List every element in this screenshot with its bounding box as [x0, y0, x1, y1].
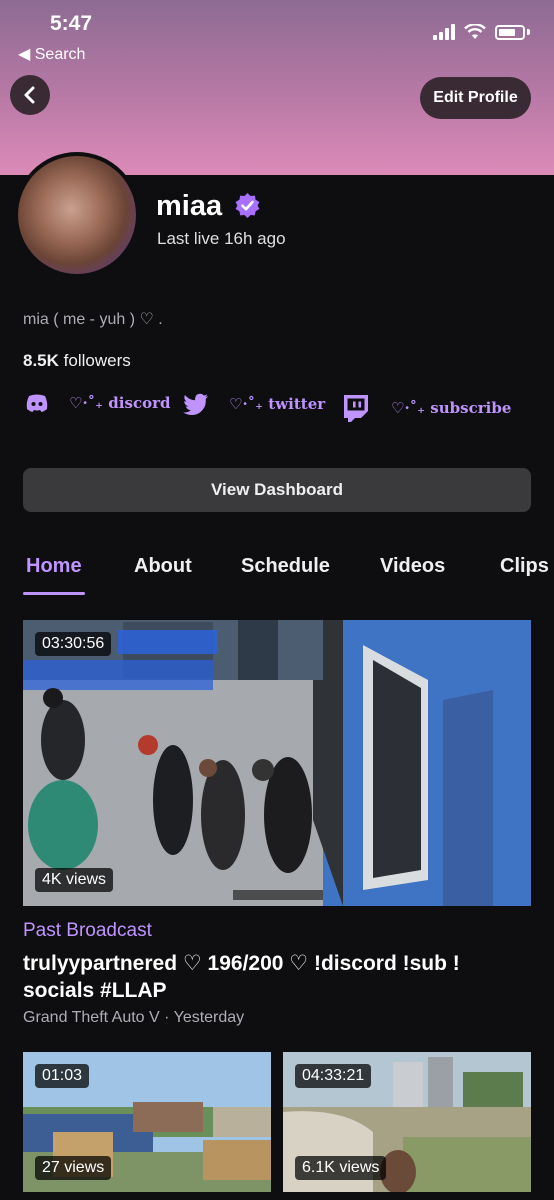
video-views: 6.1K views — [295, 1156, 387, 1180]
signal-icon — [433, 24, 455, 40]
social-link-discord[interactable]: ♡·˚₊ discord — [25, 393, 170, 413]
video-type-label: Past Broadcast — [23, 920, 152, 941]
view-dashboard-button[interactable]: View Dashboard — [23, 468, 531, 512]
status-time: 5:47 — [50, 12, 93, 35]
video-duration: 01:03 — [35, 1064, 90, 1088]
video-thumbnail[interactable]: 04:33:21 6.1K views — [283, 1052, 531, 1192]
status-icons — [433, 24, 530, 40]
battery-icon — [495, 24, 525, 40]
tab-schedule[interactable]: Schedule — [241, 555, 330, 578]
video-thumbnail[interactable]: 01:03 27 views — [23, 1052, 271, 1192]
video-title[interactable]: trulyypartnered ♡ 196/200 ♡ !discord !su… — [23, 950, 513, 1004]
last-live-status: Last live 16h ago — [157, 229, 286, 248]
wifi-icon — [464, 24, 486, 39]
chevron-left-icon — [24, 86, 35, 104]
gameplay-scene — [23, 620, 531, 906]
social-link-twitter[interactable]: ♡·˚₊ twitter — [183, 393, 325, 415]
video-meta[interactable]: Grand Theft Auto V · Yesterday — [23, 1009, 244, 1027]
channel-bio: mia ( me - yuh ) ♡ . — [23, 311, 163, 328]
video-views: 27 views — [35, 1156, 112, 1180]
social-label-discord: ♡·˚₊ discord — [69, 394, 171, 412]
twitch-icon — [344, 395, 368, 422]
avatar[interactable] — [14, 152, 140, 278]
social-label-twitter: ♡·˚₊ twitter — [229, 395, 326, 413]
followers-count: 8.5K followers — [23, 351, 131, 370]
tab-home[interactable]: Home — [26, 555, 82, 578]
video-duration: 04:33:21 — [295, 1064, 372, 1088]
twitter-icon — [183, 393, 208, 415]
profile-banner: 5:47 ◀ Search Edit Profile — [0, 0, 554, 175]
back-button[interactable] — [10, 75, 50, 115]
social-label-subscribe: ♡·˚₊ subscribe — [391, 399, 512, 417]
tab-clips[interactable]: Clips — [500, 555, 549, 578]
verified-badge-icon — [235, 193, 260, 218]
status-back-search[interactable]: ◀ Search — [18, 44, 85, 64]
channel-name: miaa — [156, 190, 223, 222]
video-views: 4K views — [35, 868, 114, 892]
video-duration: 03:30:56 — [35, 632, 112, 656]
active-tab-indicator — [23, 592, 85, 595]
tab-about[interactable]: About — [134, 555, 192, 578]
discord-icon — [26, 394, 48, 412]
featured-video-thumbnail[interactable]: 03:30:56 4K views — [23, 620, 531, 906]
tab-videos[interactable]: Videos — [380, 555, 445, 578]
edit-profile-button[interactable]: Edit Profile — [420, 77, 531, 119]
social-link-subscribe[interactable]: ♡·˚₊ subscribe — [341, 393, 511, 423]
